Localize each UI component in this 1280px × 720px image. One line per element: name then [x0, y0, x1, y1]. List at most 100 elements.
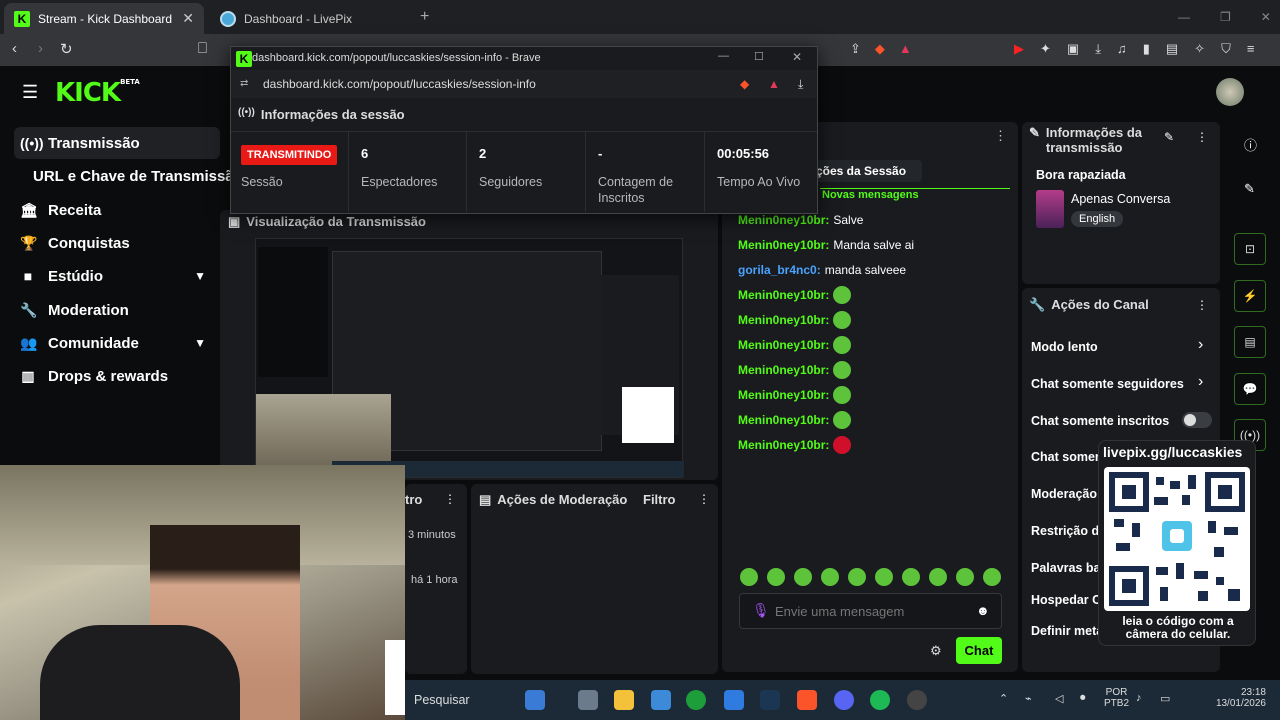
emote-icon[interactable]	[848, 568, 866, 586]
chat-username[interactable]: gorila_br4nc0:	[738, 263, 821, 277]
sidebar-item-receita[interactable]: 🏛 Receita	[14, 194, 220, 226]
emote-icon[interactable]	[956, 568, 974, 586]
forward-icon[interactable]: ›	[38, 40, 43, 57]
stream-preview-video[interactable]	[255, 238, 684, 478]
action-followers-only[interactable]: Chat somente seguidores	[1031, 377, 1184, 391]
action-host[interactable]: Hospedar C	[1031, 593, 1101, 607]
tray-chevron-icon[interactable]: ⌃	[999, 692, 1008, 705]
emote-icon[interactable]	[740, 568, 758, 586]
document-icon[interactable]: ▤	[1234, 326, 1266, 358]
maximize-icon[interactable]: ❐	[1220, 10, 1231, 24]
action-chat-restricted[interactable]: Chat somen	[1031, 450, 1103, 464]
options-icon[interactable]: ⋮	[1196, 130, 1208, 144]
obs-icon[interactable]	[907, 690, 927, 710]
xbox-icon[interactable]	[686, 690, 706, 710]
action-restriction[interactable]: Restrição de	[1031, 524, 1106, 538]
screenshot-icon[interactable]: ▣	[1067, 41, 1079, 57]
emote-icon[interactable]	[875, 568, 893, 586]
volume-icon[interactable]: ◁	[1055, 692, 1063, 705]
sound-icon[interactable]: ♪	[1136, 692, 1142, 704]
youtube-icon[interactable]: ▶	[1014, 41, 1024, 57]
media-icon[interactable]: ♫	[1117, 41, 1127, 57]
action-slow-mode[interactable]: Modo lento	[1031, 340, 1098, 354]
discord-icon[interactable]	[834, 690, 854, 710]
close-window-icon[interactable]: ✕	[792, 50, 802, 64]
sidebar-item-conquistas[interactable]: 🏆 Conquistas	[14, 227, 220, 259]
options-icon[interactable]: ⋮	[444, 492, 456, 506]
brave-rewards-icon[interactable]: ▲	[899, 41, 912, 57]
menu-icon[interactable]: ≡	[1247, 41, 1255, 57]
chat-username[interactable]: Menin0ney10br:	[738, 213, 829, 227]
language-indicator[interactable]: POR PTB2	[1104, 687, 1129, 709]
maximize-icon[interactable]: ☐	[754, 50, 764, 63]
emote-icon[interactable]	[902, 568, 920, 586]
brave-shield-icon[interactable]: ◆	[740, 77, 749, 91]
activity-filter[interactable]: tro	[405, 492, 422, 507]
session-info-chip[interactable]: ções da Sessão	[808, 160, 922, 182]
sidebar-item-estudio[interactable]: ■ Estúdio ▼	[14, 260, 220, 292]
emote-icon[interactable]	[929, 568, 947, 586]
emote-icon[interactable]	[821, 568, 839, 586]
sidebar-toggle-icon[interactable]: ▮	[1143, 41, 1150, 57]
close-window-icon[interactable]: ✕	[1261, 10, 1271, 24]
chat-options-icon[interactable]: ⋮	[994, 128, 1007, 144]
edit-icon[interactable]: ✎	[1244, 181, 1255, 197]
battery-icon[interactable]: ▭	[1160, 692, 1170, 705]
emote-icon[interactable]	[767, 568, 785, 586]
sidebar-item-moderation[interactable]: 🔧 Moderation	[14, 294, 220, 326]
options-icon[interactable]: ⋮	[698, 492, 710, 506]
chevron-right-icon[interactable]: ›	[1198, 373, 1203, 391]
hamburger-menu-icon[interactable]: ☰	[22, 82, 38, 103]
brave-rewards-icon[interactable]: ▲	[768, 77, 780, 91]
clock[interactable]: 23:18 13/01/2026	[1210, 687, 1266, 709]
chat-send-button[interactable]: Chat	[956, 637, 1002, 664]
category-name[interactable]: Apenas Conversa	[1071, 192, 1170, 206]
vpn-icon[interactable]: ⛉	[1221, 41, 1231, 57]
steam-icon[interactable]	[760, 690, 780, 710]
chat-username[interactable]: Menin0ney10br:	[738, 313, 829, 327]
store-icon[interactable]	[724, 690, 744, 710]
sidebar-item-url-chave[interactable]: URL e Chave de Transmissão	[14, 160, 243, 192]
screen-icon[interactable]: ⊡	[1234, 233, 1266, 265]
chat-username[interactable]: Menin0ney10br:	[738, 338, 829, 352]
new-tab-icon[interactable]: +	[420, 8, 429, 26]
photos-icon[interactable]	[651, 690, 671, 710]
task-view-icon[interactable]	[578, 690, 598, 710]
widgets-icon[interactable]	[525, 690, 545, 710]
download-icon[interactable]: ⤓	[798, 77, 803, 92]
chevron-right-icon[interactable]: ›	[1198, 336, 1203, 354]
lightning-icon[interactable]: ⚡	[1234, 280, 1266, 312]
sidebar-item-drops[interactable]: ▥ Drops & rewards	[14, 360, 220, 392]
emote-icon[interactable]	[794, 568, 812, 586]
sidebar-item-transmissao[interactable]: ((•)) Transmissão	[14, 127, 220, 159]
mic-icon[interactable]: ⏺	[1080, 692, 1086, 705]
spotify-icon[interactable]	[870, 690, 890, 710]
reload-icon[interactable]: ↻	[60, 40, 73, 58]
microphone-icon[interactable]: 🎙	[752, 602, 770, 619]
back-icon[interactable]: ‹	[12, 40, 17, 57]
subscribers-only-toggle[interactable]	[1182, 412, 1212, 428]
taskbar-search[interactable]: Pesquisar	[414, 693, 470, 707]
popup-url[interactable]: dashboard.kick.com/popout/luccaskies/ses…	[263, 77, 536, 91]
bookmark-icon[interactable]: ⎕	[198, 40, 207, 57]
chat-username[interactable]: Menin0ney10br:	[738, 363, 829, 377]
chat-username[interactable]: Menin0ney10br:	[738, 288, 829, 302]
minimize-icon[interactable]: —	[718, 50, 729, 62]
leo-ai-icon[interactable]: ✧	[1194, 41, 1205, 57]
action-set-goal[interactable]: Definir meta	[1031, 624, 1103, 638]
chat-username[interactable]: Menin0ney10br:	[738, 413, 829, 427]
moderation-filter[interactable]: Filtro	[643, 492, 676, 507]
chat-input[interactable]	[775, 600, 965, 622]
brave-icon[interactable]	[797, 690, 817, 710]
chat-bubble-icon[interactable]: 💬	[1234, 373, 1266, 405]
tab-livepix[interactable]: Dashboard - LivePix	[210, 3, 410, 34]
sidebar-item-comunidade[interactable]: 👥 Comunidade ▼	[14, 327, 220, 359]
emoji-icon[interactable]: ☻	[976, 603, 990, 618]
minimize-icon[interactable]: —	[1178, 10, 1190, 24]
brave-shield-icon[interactable]: ◆	[875, 41, 885, 57]
wallet-icon[interactable]: ▤	[1166, 41, 1178, 57]
file-explorer-icon[interactable]	[614, 690, 634, 710]
network-icon[interactable]: ⌁	[1025, 692, 1032, 705]
chat-username[interactable]: Menin0ney10br:	[738, 388, 829, 402]
edit-icon[interactable]: ✎	[1164, 130, 1174, 144]
